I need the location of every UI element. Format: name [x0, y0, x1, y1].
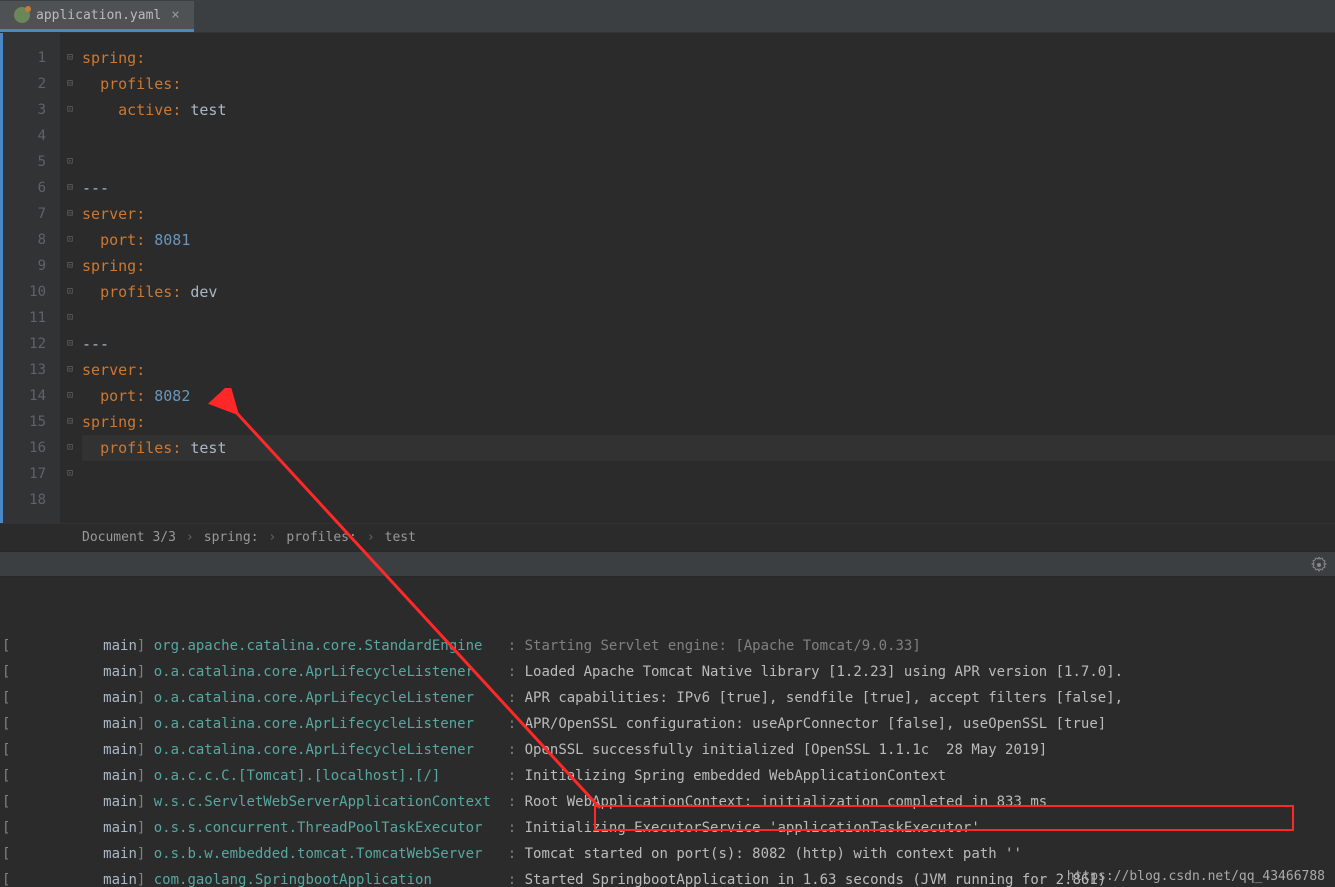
line-gutter: 123456789101112131415161718 [0, 33, 60, 523]
fold-marker[interactable]: ⊡ [60, 279, 80, 305]
console-line: [ main] o.a.catalina.core.AprLifecycleLi… [2, 685, 1335, 711]
console-line: [ main] o.s.b.w.embedded.tomcat.TomcatWe… [2, 841, 1335, 867]
fold-marker[interactable]: ⊡ [60, 461, 80, 487]
line-number: 3 [3, 97, 46, 123]
line-number: 6 [3, 175, 46, 201]
chevron-right-icon: › [269, 530, 277, 545]
code-line[interactable]: active: test [82, 97, 1335, 123]
close-icon[interactable]: × [171, 7, 179, 23]
fold-marker[interactable]: ⊟ [60, 331, 80, 357]
code-line[interactable]: port: 8081 [82, 227, 1335, 253]
fold-marker[interactable] [60, 487, 80, 513]
code-line[interactable]: profiles: [82, 71, 1335, 97]
fold-marker[interactable]: ⊡ [60, 97, 80, 123]
line-number: 5 [3, 149, 46, 175]
code-line[interactable] [82, 149, 1335, 175]
editor: 123456789101112131415161718 ⊟⊟⊡⊡⊟⊟⊡⊟⊡⊡⊟⊟… [0, 33, 1335, 523]
line-number: 16 [3, 435, 46, 461]
code-line[interactable]: port: 8082 [82, 383, 1335, 409]
code-line[interactable] [82, 461, 1335, 487]
code-line[interactable] [82, 305, 1335, 331]
line-number: 11 [3, 305, 46, 331]
line-number: 10 [3, 279, 46, 305]
breadcrumb-item[interactable]: spring: [204, 530, 259, 545]
line-number: 17 [3, 461, 46, 487]
code-line[interactable]: spring: [82, 253, 1335, 279]
line-number: 15 [3, 409, 46, 435]
console-toolbar [0, 551, 1335, 577]
code-area[interactable]: spring: profiles: active: test---server:… [80, 33, 1335, 523]
fold-marker[interactable]: ⊡ [60, 435, 80, 461]
code-line[interactable]: server: [82, 357, 1335, 383]
code-line[interactable]: server: [82, 201, 1335, 227]
line-number: 2 [3, 71, 46, 97]
fold-marker[interactable]: ⊟ [60, 71, 80, 97]
fold-marker[interactable]: ⊟ [60, 201, 80, 227]
console-line: [ main] o.s.s.concurrent.ThreadPoolTaskE… [2, 815, 1335, 841]
fold-column: ⊟⊟⊡⊡⊟⊟⊡⊟⊡⊡⊟⊟⊡⊟⊡⊡ [60, 33, 80, 523]
code-line[interactable]: spring: [82, 409, 1335, 435]
fold-marker[interactable]: ⊟ [60, 45, 80, 71]
fold-marker[interactable]: ⊡ [60, 227, 80, 253]
code-line[interactable] [82, 487, 1335, 513]
chevron-right-icon: › [367, 530, 375, 545]
code-line[interactable] [82, 123, 1335, 149]
code-line[interactable]: --- [82, 331, 1335, 357]
breadcrumb-item[interactable]: test [385, 530, 416, 545]
console-line: [ main] org.apache.catalina.core.Standar… [2, 633, 1335, 659]
breadcrumb-item[interactable]: profiles: [286, 530, 356, 545]
console-line: [ main] o.a.c.c.C.[Tomcat].[localhost].[… [2, 763, 1335, 789]
line-number: 14 [3, 383, 46, 409]
line-number: 13 [3, 357, 46, 383]
console-line: [ main] o.a.catalina.core.AprLifecycleLi… [2, 659, 1335, 685]
fold-marker[interactable]: ⊡ [60, 149, 80, 175]
console[interactable]: [ main] org.apache.catalina.core.Standar… [0, 577, 1335, 887]
file-tab[interactable]: application.yaml × [0, 1, 194, 32]
fold-marker[interactable]: ⊟ [60, 409, 80, 435]
chevron-right-icon: › [186, 530, 194, 545]
code-line[interactable]: profiles: test [82, 435, 1335, 461]
fold-marker[interactable]: ⊟ [60, 357, 80, 383]
line-number: 12 [3, 331, 46, 357]
line-number: 9 [3, 253, 46, 279]
code-line[interactable]: --- [82, 175, 1335, 201]
gear-icon[interactable] [1311, 557, 1327, 573]
watermark: https://blog.csdn.net/qq_43466788 [1067, 869, 1325, 884]
console-line: [ main] o.a.catalina.core.AprLifecycleLi… [2, 711, 1335, 737]
spring-icon [14, 7, 30, 23]
breadcrumb: Document 3/3 › spring: › profiles: › tes… [0, 523, 1335, 551]
code-line[interactable]: spring: [82, 45, 1335, 71]
line-number: 7 [3, 201, 46, 227]
console-line: [ main] w.s.c.ServletWebServerApplicatio… [2, 789, 1335, 815]
tab-label: application.yaml [36, 8, 161, 23]
line-number: 4 [3, 123, 46, 149]
breadcrumb-doc[interactable]: Document 3/3 [82, 530, 176, 545]
code-line[interactable]: profiles: dev [82, 279, 1335, 305]
fold-marker[interactable] [60, 123, 80, 149]
fold-marker[interactable]: ⊟ [60, 253, 80, 279]
console-line: [ main] o.a.catalina.core.AprLifecycleLi… [2, 737, 1335, 763]
line-number: 1 [3, 45, 46, 71]
line-number: 18 [3, 487, 46, 513]
tab-bar: application.yaml × [0, 0, 1335, 33]
fold-marker[interactable]: ⊡ [60, 305, 80, 331]
fold-marker[interactable]: ⊡ [60, 383, 80, 409]
line-number: 8 [3, 227, 46, 253]
fold-marker[interactable]: ⊟ [60, 175, 80, 201]
